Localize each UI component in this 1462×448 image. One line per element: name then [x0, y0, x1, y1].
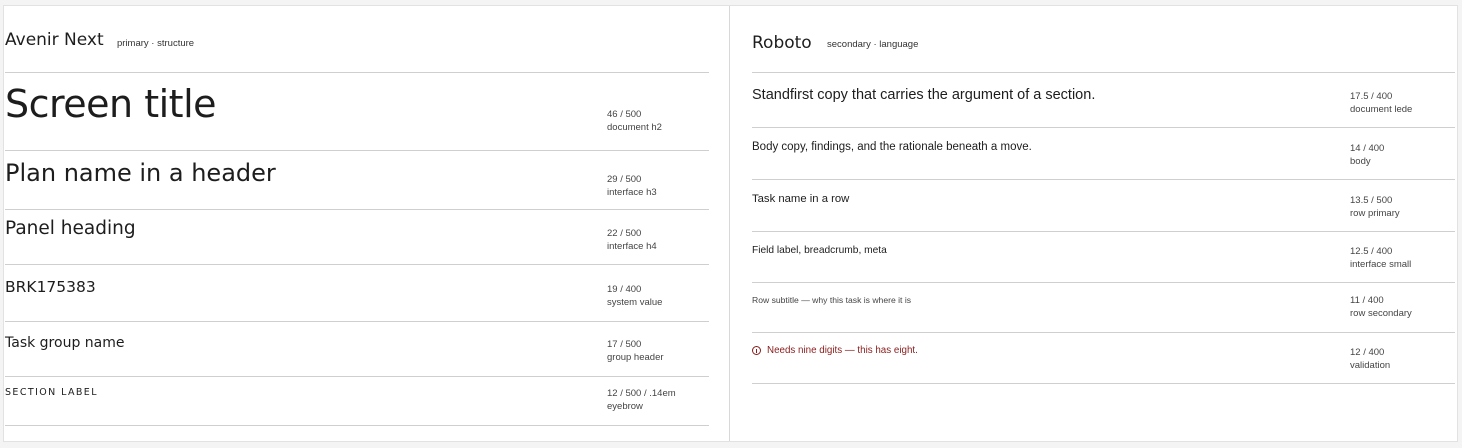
primary-font-name: Avenir Next	[5, 30, 104, 50]
secondary-font-header: Roboto secondary · language	[752, 6, 1455, 73]
primary-font-panel: Avenir Next primary · structure Screen t…	[4, 6, 730, 441]
type-spec: 46 / 500 document h2	[607, 109, 662, 133]
type-sample: BRK175383	[5, 278, 96, 296]
secondary-type-scale: Standfirst copy that carries the argumen…	[752, 73, 1455, 384]
type-sample: Task name in a row	[752, 193, 850, 205]
type-sample: Standfirst copy that carries the argumen…	[752, 87, 1096, 103]
type-row: Task name in a row 13.5 / 500 row primary	[752, 180, 1455, 232]
type-row: Standfirst copy that carries the argumen…	[752, 73, 1455, 128]
type-row: Screen title 46 / 500 document h2	[5, 73, 709, 151]
type-sample: Plan name in a header	[5, 159, 276, 187]
type-row: Needs nine digits — this has eight. 12 /…	[752, 333, 1455, 384]
type-sample: Field label, breadcrumb, meta	[752, 245, 887, 256]
type-row: Row subtitle — why this task is where it…	[752, 283, 1455, 333]
error-circle-icon	[752, 346, 761, 355]
type-row: Panel heading 22 / 500 interface h4	[5, 210, 709, 265]
type-spec: 22 / 500 interface h4	[607, 228, 657, 252]
type-sample: SECTION LABEL	[5, 387, 98, 398]
type-spec: 17 / 500 group header	[607, 339, 664, 363]
type-row: Plan name in a header 29 / 500 interface …	[5, 151, 709, 210]
validation-message: Needs nine digits — this has eight.	[752, 345, 918, 356]
type-row: Field label, breadcrumb, meta 12.5 / 400…	[752, 232, 1455, 283]
type-sample: Row subtitle — why this task is where it…	[752, 295, 912, 305]
secondary-font-role: secondary · language	[827, 39, 919, 50]
primary-font-header: Avenir Next primary · structure	[5, 6, 709, 73]
primary-type-scale: Screen title 46 / 500 document h2 Plan na…	[5, 73, 709, 426]
type-row: Task group name 17 / 500 group header	[5, 322, 709, 377]
type-sample: Task group name	[5, 335, 125, 351]
type-row: SECTION LABEL 12 / 500 / .14em eyebrow	[5, 377, 709, 426]
type-spec: 13.5 / 500 row primary	[1350, 195, 1400, 219]
validation-text: Needs nine digits — this has eight.	[767, 345, 918, 356]
type-sample: Panel heading	[5, 218, 136, 239]
type-sample: Body copy, findings, and the rationale b…	[752, 141, 1032, 153]
primary-font-role: primary · structure	[117, 38, 195, 49]
type-sample: Screen title	[5, 82, 217, 126]
type-spec: 19 / 400 system value	[607, 284, 663, 308]
type-row: BRK175383 19 / 400 system value	[5, 265, 709, 322]
type-spec: 29 / 500 interface h3	[607, 174, 657, 198]
type-spec: 12 / 500 / .14em eyebrow	[607, 388, 676, 412]
type-spec: 12.5 / 400 interface small	[1350, 246, 1412, 270]
type-row: Body copy, findings, and the rationale b…	[752, 128, 1455, 180]
secondary-font-panel: Roboto secondary · language Standfirst c…	[730, 6, 1457, 441]
type-spec: 14 / 400 body	[1350, 143, 1385, 167]
type-specimen-frame: Avenir Next primary · structure Screen t…	[3, 5, 1458, 442]
type-spec: 11 / 400 row secondary	[1350, 295, 1412, 319]
type-spec: 17.5 / 400 document lede	[1350, 91, 1413, 115]
type-spec: 12 / 400 validation	[1350, 347, 1391, 371]
secondary-font-name: Roboto	[752, 33, 812, 53]
